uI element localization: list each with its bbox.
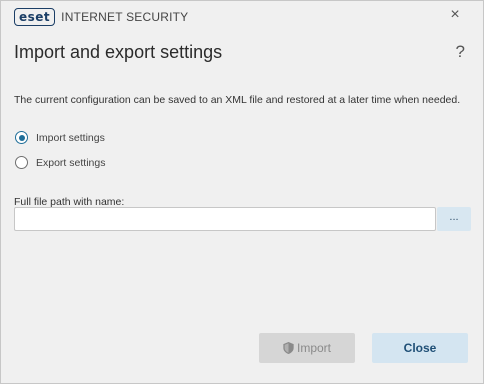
export-settings-label: Export settings (36, 156, 106, 169)
file-path-input[interactable] (14, 207, 436, 231)
export-settings-radio[interactable]: Export settings (15, 156, 105, 169)
title-bar: eset INTERNET SECURITY × (1, 1, 483, 31)
help-icon[interactable]: ? (456, 42, 465, 62)
description-text: The current configuration can be saved t… (14, 94, 461, 106)
import-button[interactable]: Import (259, 333, 355, 363)
import-settings-radio[interactable]: Import settings (15, 131, 105, 144)
dialog-window: eset INTERNET SECURITY × Import and expo… (0, 0, 484, 384)
browse-button[interactable]: ... (437, 207, 471, 231)
close-button[interactable]: Close (372, 333, 468, 363)
shield-icon (283, 342, 294, 354)
product-name: INTERNET SECURITY (61, 10, 189, 24)
import-button-label: Import (296, 341, 331, 355)
radio-unchecked-icon (15, 156, 28, 169)
app-logo: eset INTERNET SECURITY (14, 8, 188, 26)
close-icon[interactable]: × (445, 5, 465, 25)
radio-checked-icon (15, 131, 28, 144)
import-settings-label: Import settings (36, 131, 105, 144)
close-button-label: Close (403, 341, 437, 355)
eset-logo-icon: eset (14, 8, 56, 26)
page-title: Import and export settings (14, 42, 223, 62)
